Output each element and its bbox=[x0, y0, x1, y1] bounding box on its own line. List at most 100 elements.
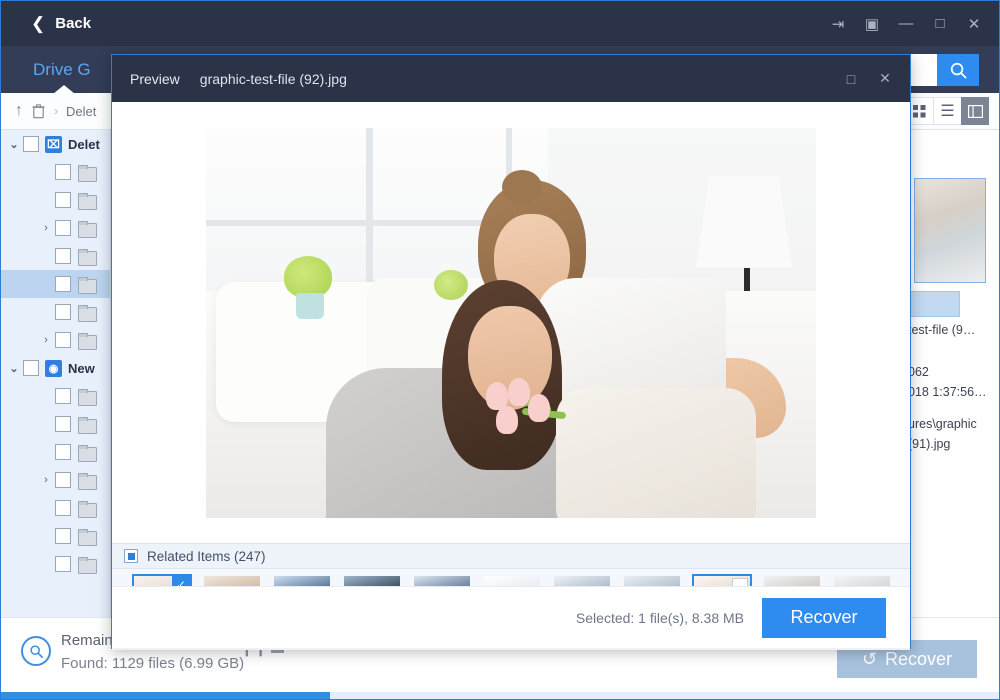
tree-row-0[interactable]: ⌄ ⌧ Delet bbox=[1, 130, 110, 158]
folder-icon bbox=[78, 528, 97, 546]
info-thumbnail bbox=[914, 178, 986, 283]
breadcrumb-text[interactable]: Delet bbox=[66, 104, 96, 119]
preview-maximize-button[interactable]: □ bbox=[834, 55, 868, 102]
tree-checkbox[interactable] bbox=[23, 360, 39, 376]
folder-icon bbox=[78, 388, 97, 406]
minimize-button[interactable]: — bbox=[889, 1, 923, 46]
photo-child-bun bbox=[502, 169, 542, 204]
close-button[interactable]: ✕ bbox=[957, 1, 991, 46]
title-bar: ❮ Back ⇥ ▣ — □ ✕ bbox=[1, 1, 999, 46]
photo-plant-pot bbox=[296, 292, 324, 319]
tree-twisty-icon[interactable]: ⌄ bbox=[5, 362, 23, 375]
tree-checkbox[interactable] bbox=[55, 192, 71, 208]
preview-footer: Selected: 1 file(s), 8.38 MB Recover bbox=[112, 586, 910, 648]
tree-checkbox[interactable] bbox=[55, 388, 71, 404]
tree-row-1[interactable] bbox=[1, 158, 110, 186]
tree-checkbox[interactable] bbox=[55, 528, 71, 544]
folder-icon bbox=[78, 164, 97, 182]
preview-photo bbox=[206, 127, 816, 518]
tulip-bloom-4 bbox=[528, 393, 550, 422]
preview-title-bar: Preview graphic-test-file (92).jpg □ ✕ bbox=[112, 55, 910, 102]
tree-checkbox[interactable] bbox=[55, 444, 71, 460]
window-controls: ⇥ ▣ — □ ✕ bbox=[821, 1, 991, 46]
user-icon: ◉ bbox=[45, 359, 62, 377]
tree-row-10[interactable] bbox=[1, 410, 110, 438]
trash-icon bbox=[32, 104, 45, 119]
tree-checkbox[interactable] bbox=[55, 248, 71, 264]
folder-icon bbox=[78, 220, 97, 238]
tree-twisty-icon[interactable]: › bbox=[37, 474, 55, 486]
info-path-line2: (91).jpg bbox=[908, 437, 951, 451]
preview-filename: graphic-test-file (92).jpg bbox=[199, 70, 347, 87]
up-arrow-icon[interactable]: ↑ bbox=[15, 102, 23, 120]
tree-checkbox[interactable] bbox=[55, 472, 71, 488]
photo-plant-1 bbox=[284, 255, 332, 298]
preview-close-button[interactable]: ✕ bbox=[868, 55, 902, 102]
info-filename: test-file (9… bbox=[908, 323, 976, 337]
tree-checkbox[interactable] bbox=[55, 332, 71, 348]
found-files-text: Found: 1129 files (6.99 GB) bbox=[61, 655, 245, 672]
file-info-panel: test-file (9… 062 018 1:37:56… ures\grap… bbox=[907, 130, 999, 617]
tree-checkbox[interactable] bbox=[23, 136, 39, 152]
back-button[interactable]: ❮ Back bbox=[31, 15, 91, 32]
maximize-button[interactable]: □ bbox=[923, 1, 957, 46]
tree-twisty-icon[interactable]: › bbox=[37, 334, 55, 346]
tree-twisty-icon[interactable]: ⌄ bbox=[5, 138, 23, 151]
view-toggle-group: ☰ bbox=[905, 97, 989, 125]
view-list-button[interactable]: ☰ bbox=[933, 97, 961, 125]
tree-row-4[interactable] bbox=[1, 242, 110, 270]
tree-row-12[interactable]: › bbox=[1, 466, 110, 494]
tree-row-3[interactable]: › bbox=[1, 214, 110, 242]
menu-icon[interactable]: ▣ bbox=[855, 1, 889, 46]
restore-clock-icon: ↺ bbox=[861, 648, 878, 669]
tree-row-2[interactable] bbox=[1, 186, 110, 214]
folder-icon bbox=[78, 276, 97, 294]
tree-checkbox[interactable] bbox=[55, 276, 71, 292]
back-label: Back bbox=[55, 15, 92, 32]
tree-row-14[interactable] bbox=[1, 522, 110, 550]
tree-checkbox[interactable] bbox=[55, 500, 71, 516]
folder-icon bbox=[78, 556, 97, 574]
tree-row-13[interactable] bbox=[1, 494, 110, 522]
magnifier-glyph bbox=[29, 644, 43, 658]
folder-icon bbox=[78, 192, 97, 210]
photo-lamp bbox=[696, 175, 792, 268]
scan-icon bbox=[21, 636, 51, 666]
preview-label: Preview bbox=[130, 70, 180, 87]
tree-row-15[interactable] bbox=[1, 550, 110, 578]
folder-tree[interactable]: ⌄ ⌧ Delet › › ⌄ ◉ New › bbox=[1, 130, 111, 617]
tulip-bloom-3 bbox=[496, 405, 518, 434]
selection-summary: Selected: 1 file(s), 8.38 MB bbox=[575, 609, 744, 626]
recover-button-dialog[interactable]: Recover bbox=[762, 597, 886, 638]
tree-row-7[interactable]: › bbox=[1, 326, 110, 354]
related-items-checkbox[interactable] bbox=[124, 549, 138, 563]
trash-icon: ⌧ bbox=[45, 135, 62, 153]
view-detail-button[interactable] bbox=[961, 97, 989, 125]
search-button[interactable] bbox=[937, 54, 979, 86]
breadcrumb-separator: › bbox=[54, 104, 58, 118]
tree-twisty-icon[interactable]: › bbox=[37, 222, 55, 234]
tree-row-8[interactable]: ⌄ ◉ New bbox=[1, 354, 110, 382]
breadcrumb[interactable]: ↑ › Delet bbox=[15, 102, 96, 120]
tree-row-11[interactable] bbox=[1, 438, 110, 466]
info-date: 018 1:37:56… bbox=[908, 385, 987, 399]
tree-checkbox[interactable] bbox=[55, 304, 71, 320]
folder-icon bbox=[78, 332, 97, 350]
folder-icon bbox=[78, 472, 97, 490]
info-highlight-chip bbox=[908, 291, 960, 317]
tree-checkbox[interactable] bbox=[55, 164, 71, 180]
scan-progress-track bbox=[1, 692, 999, 699]
preview-window-controls: □ ✕ bbox=[834, 55, 902, 102]
related-items-bar: Related Items (247) bbox=[112, 543, 910, 569]
preview-dialog: Preview graphic-test-file (92).jpg □ ✕ R… bbox=[111, 54, 911, 650]
tree-checkbox[interactable] bbox=[55, 416, 71, 432]
tree-row-6[interactable] bbox=[1, 298, 110, 326]
folder-icon bbox=[78, 500, 97, 518]
tree-checkbox[interactable] bbox=[55, 556, 71, 572]
tree-checkbox[interactable] bbox=[55, 220, 71, 236]
folder-icon bbox=[78, 304, 97, 322]
tree-row-9[interactable] bbox=[1, 382, 110, 410]
feedback-icon[interactable]: ⇥ bbox=[821, 1, 855, 46]
tree-row-5[interactable] bbox=[1, 270, 110, 298]
tree-row-label: Delet bbox=[68, 136, 100, 152]
